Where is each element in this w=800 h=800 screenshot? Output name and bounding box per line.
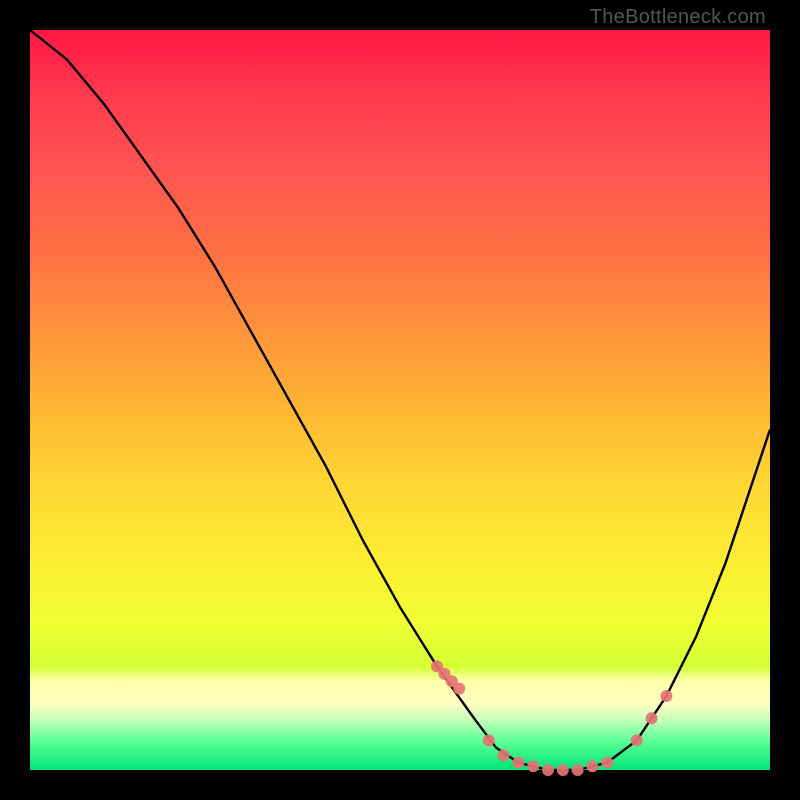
marker-point [646,712,658,724]
marker-point [512,757,524,769]
marker-point [498,749,510,761]
marker-point [542,764,554,776]
bottleneck-curve [30,30,770,770]
chart-container: TheBottleneck.com [0,0,800,800]
marker-point [601,757,613,769]
marker-point [631,734,643,746]
marker-point [453,683,465,695]
marker-point [572,764,584,776]
watermark-text: TheBottleneck.com [590,6,766,29]
plot-area [30,30,770,770]
marker-point [557,764,569,776]
scatter-points [431,660,672,776]
marker-point [527,760,539,772]
marker-point [586,760,598,772]
marker-point [660,690,672,702]
curve-layer [30,30,770,770]
marker-point [483,734,495,746]
